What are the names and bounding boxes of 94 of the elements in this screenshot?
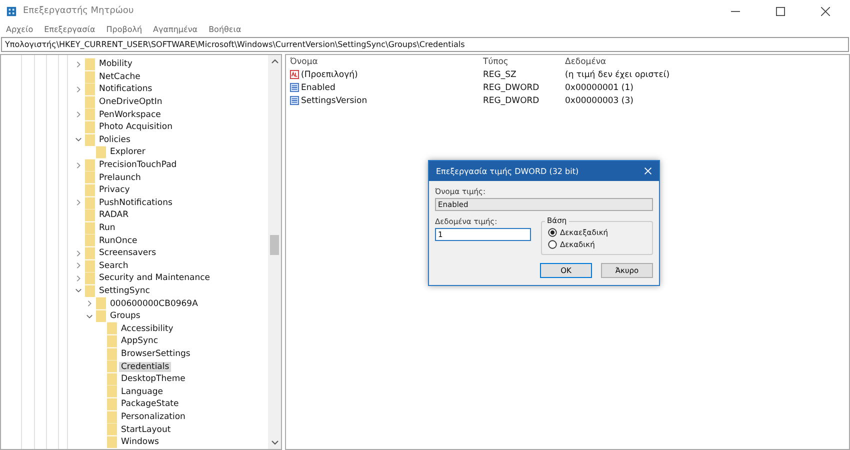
scroll-down-icon[interactable] [270, 440, 278, 446]
tree-item[interactable]: Privacy [97, 185, 132, 196]
tree-item[interactable]: PrecisionTouchPad [97, 160, 179, 170]
string-value-icon [290, 70, 299, 79]
folder-icon [107, 372, 117, 386]
window-title: Επεξεργαστής Μητρώου [23, 6, 135, 16]
tree-item[interactable]: Windows [119, 437, 161, 448]
app-icon [6, 6, 17, 16]
tree-item[interactable]: DesktopTheme [119, 374, 188, 384]
tree-item[interactable]: Run [97, 223, 118, 234]
tree-item[interactable]: 000600000CB0969A [108, 298, 200, 309]
radio-button[interactable] [548, 240, 557, 248]
folder-icon [85, 222, 95, 234]
folder-icon [85, 158, 95, 172]
folder-icon [107, 322, 117, 336]
tree-item[interactable]: Language [119, 386, 165, 397]
tree-item[interactable]: Groups [108, 311, 142, 322]
tree-item[interactable]: Credentials [119, 362, 172, 372]
folder-icon [85, 58, 95, 71]
folder-icon [85, 108, 95, 121]
folder-icon [107, 410, 117, 424]
column-header[interactable]: Τύπος [483, 56, 565, 66]
folder-icon [96, 310, 106, 322]
close-icon[interactable] [821, 6, 830, 16]
folder-icon [85, 246, 95, 260]
folder-icon [107, 398, 117, 411]
value-type: REG_DWORD [483, 82, 540, 92]
folder-icon [85, 70, 95, 84]
folder-icon [85, 272, 95, 285]
binary-value-icon [290, 96, 299, 105]
value-type: REG_DWORD [483, 96, 540, 106]
tree-item[interactable]: OneDriveOptIn [97, 97, 164, 108]
folder-icon [85, 260, 95, 272]
folder-icon [85, 184, 95, 197]
tree-item[interactable]: Prelaunch [97, 172, 143, 183]
tree-item[interactable]: Security and Maintenance [97, 273, 212, 284]
address-bar[interactable]: Υπολογιστής\HKEY_CURRENT_USER\SOFTWARE\Microsoft\Windows\CurrentVersion\SettingSync\Groups\Credentials [1, 37, 849, 52]
column-header[interactable]: Όνομα [290, 56, 483, 66]
folder-icon [85, 234, 95, 247]
tree-item[interactable]: NetCache [97, 72, 142, 82]
value-data: 0x00000003 (3) [565, 96, 634, 106]
tree-item[interactable]: Explorer [108, 147, 148, 158]
tree-item[interactable]: RADAR [97, 210, 130, 220]
tree-item[interactable]: StartLayout [119, 424, 173, 435]
tree-item[interactable]: Search [97, 260, 130, 271]
tree-item[interactable]: Notifications [97, 84, 154, 94]
value-data: 0x00000001 (1) [565, 82, 634, 92]
folder-icon [85, 96, 95, 108]
value-name[interactable]: (Προεπιλογή) [301, 70, 358, 80]
menu-item[interactable]: Αγαπημένα [153, 25, 198, 34]
value-name[interactable]: SettingsVersion [301, 96, 368, 106]
folder-icon [85, 209, 95, 222]
folder-icon [107, 436, 117, 448]
folder-icon [107, 423, 117, 436]
radio-button[interactable] [548, 228, 557, 236]
folder-icon [107, 360, 117, 373]
tree-item[interactable]: BrowserSettings [119, 348, 192, 359]
folder-icon [85, 284, 95, 298]
scroll-up-icon[interactable] [270, 58, 278, 64]
folder-icon [85, 120, 95, 134]
tree-item[interactable]: RunOnce [97, 236, 140, 246]
scrollbar-thumb[interactable] [270, 235, 279, 255]
tree-item[interactable]: Personalization [119, 412, 188, 422]
folder-icon [107, 385, 117, 398]
tree-item[interactable]: PenWorkspace [97, 110, 163, 120]
menu-item[interactable]: Προβολή [106, 25, 142, 34]
tree-item[interactable]: PushNotifications [97, 198, 174, 208]
maximize-icon[interactable] [776, 6, 785, 16]
folder-icon [85, 134, 95, 146]
tree-item[interactable]: Accessibility [119, 324, 176, 334]
menu-item[interactable]: Αρχείο [6, 25, 34, 34]
folder-icon [85, 171, 95, 184]
tree-item[interactable]: Mobility [97, 59, 134, 70]
value-data: (η τιμή δεν έχει οριστεί) [565, 70, 671, 80]
menu-item[interactable]: Βοήθεια [208, 25, 242, 34]
value-name[interactable]: Enabled [301, 82, 336, 92]
column-header[interactable]: Δεδομένα [565, 56, 849, 66]
scrollbar[interactable] [268, 55, 281, 449]
folder-icon [96, 297, 106, 310]
value-type: REG_SZ [483, 70, 518, 80]
tree-item[interactable]: SettingSync [97, 286, 152, 296]
tree-item[interactable]: AppSync [119, 336, 160, 346]
dialog-title: Επεξεργασία τιμής DWORD (32 bit) [436, 166, 579, 176]
tree-item[interactable]: PackageState [119, 399, 181, 410]
binary-value-icon [290, 83, 299, 92]
tree-item[interactable]: Photo Acquisition [97, 122, 175, 132]
tree-item[interactable]: Policies [97, 134, 132, 145]
folder-icon [85, 83, 95, 96]
folder-icon [96, 146, 106, 159]
folder-icon [107, 335, 117, 348]
folder-icon [85, 196, 95, 210]
folder-icon [107, 348, 117, 360]
tree-item[interactable]: Screensavers [97, 248, 158, 258]
menu-item[interactable]: Επεξεργασία [44, 25, 96, 34]
